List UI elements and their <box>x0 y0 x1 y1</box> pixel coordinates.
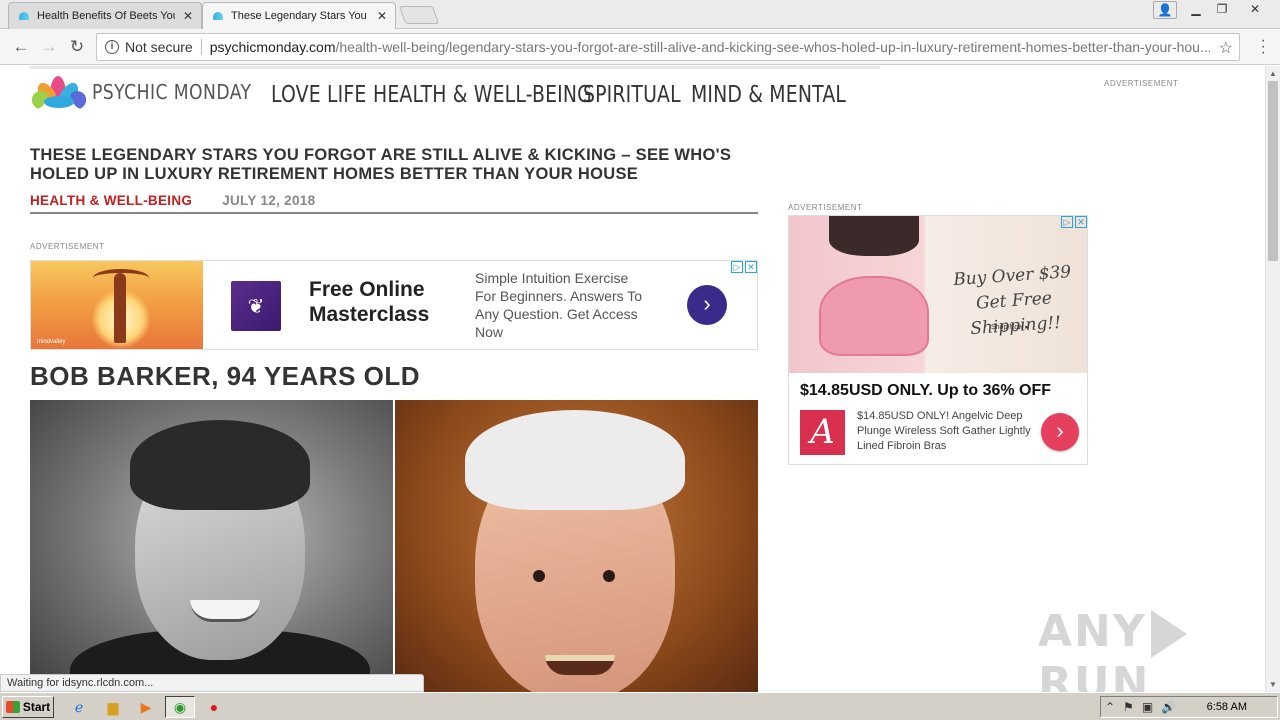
tray-icons[interactable]: ⌃⚑▣🔊 <box>1105 700 1184 714</box>
ad-banner-image[interactable]: Buy Over $39 Get Free Shipping!! Shop No… <box>789 216 1087 373</box>
clock[interactable]: 6:58 AM <box>1207 701 1247 713</box>
ad-brand: mindvalley <box>37 339 66 345</box>
ad-arrow-button[interactable]: › <box>1041 413 1079 451</box>
bra-image <box>819 276 929 356</box>
ad-price[interactable]: $14.85USD ONLY. Up to 36% OFF <box>800 382 1051 400</box>
ad-title[interactable]: Free Online Masterclass <box>309 277 459 327</box>
new-tab-button[interactable] <box>398 6 440 24</box>
media-player-icon[interactable]: ▶ <box>137 698 155 716</box>
nav-mind-mental[interactable]: MIND & MENTAL <box>691 82 846 108</box>
bob-barker-young-photo <box>30 400 393 692</box>
url-text: psychicmonday.com/health-well-being/lege… <box>210 39 1210 55</box>
tab-title: These Legendary Stars You <box>231 10 367 22</box>
adchoices-icon[interactable]: ▷ ✕ <box>731 261 757 273</box>
forward-arrow-icon[interactable]: → <box>38 37 60 57</box>
scrollbar-thumb[interactable] <box>1268 81 1278 261</box>
shop-now-link[interactable]: Shop Now ▸ <box>991 323 1029 331</box>
minimize-button[interactable]: ▁ <box>1184 0 1208 18</box>
tab-legendary-stars[interactable]: These Legendary Stars You ✕ <box>202 2 396 29</box>
header-top-line <box>30 66 880 69</box>
scroll-down-icon[interactable]: ▼ <box>1269 680 1277 689</box>
logo-text: PSYCHIC MONDAY <box>92 80 252 104</box>
tab-title: Health Benefits Of Beets You <box>37 10 175 22</box>
nav-health-well-being[interactable]: HEALTH & WELL-BEING <box>373 82 592 108</box>
taskbar: Start ℯ ▆ ▶ ◉ ● ⌃⚑▣🔊 6:58 AM <box>0 692 1280 720</box>
reload-icon[interactable]: ↻ <box>66 37 88 57</box>
ad-description: $14.85USD ONLY! Angelvic Deep Plunge Wir… <box>857 410 1031 452</box>
url-path: /health-well-being/legendary-stars-you-f… <box>335 39 1210 55</box>
folder-icon[interactable]: ▆ <box>104 698 122 716</box>
info-icon[interactable]: i <box>105 40 119 54</box>
close-window-button[interactable]: ✕ <box>1238 0 1272 18</box>
main-nav: LOVE LIFE HEALTH & WELL-BEING SPIRITUAL … <box>271 82 846 108</box>
article-date: JULY 12, 2018 <box>222 193 316 208</box>
meta-divider <box>30 212 758 214</box>
vertical-scrollbar[interactable]: ▲ ▼ <box>1265 66 1280 692</box>
divider <box>200 39 202 55</box>
anyrun-watermark: ANYRUN <box>1038 606 1265 692</box>
site-favicon-icon <box>211 11 225 21</box>
security-label: Not secure <box>125 39 193 55</box>
profile-icon[interactable]: 👤 <box>1153 1 1177 19</box>
system-tray: ⌃⚑▣🔊 6:58 AM <box>1100 696 1278 718</box>
browser-toolbar: ← → ↻ i Not secure psychicmonday.com/hea… <box>0 29 1280 65</box>
watermark-right: RUN <box>1038 658 1151 692</box>
ad-label: ADVERTISEMENT <box>788 203 863 212</box>
ie-icon[interactable]: ℯ <box>70 698 88 716</box>
ad-label: ADVERTISEMENT <box>30 242 105 251</box>
antivirus-icon[interactable]: ● <box>205 698 223 716</box>
section-title: BOB BARKER, 94 YEARS OLD <box>30 361 421 391</box>
site-favicon-icon <box>17 11 31 21</box>
nav-spiritual[interactable]: SPIRITUAL <box>583 82 681 108</box>
article-meta: HEALTH & WELL-BEING JULY 12, 2018 <box>30 193 315 208</box>
lotus-logo-icon <box>28 74 90 111</box>
status-bar: Waiting for idsync.rlcdn.com... <box>0 674 424 692</box>
mindvalley-logo-icon: ❦ <box>231 281 281 331</box>
bookmark-star-icon[interactable]: ☆ <box>1219 38 1233 58</box>
ad-image-sunset: mindvalley <box>31 261 203 349</box>
sidebar-ad[interactable]: Buy Over $39 Get Free Shipping!! Shop No… <box>788 215 1088 465</box>
adchoices-icon[interactable]: ▷ ✕ <box>1061 216 1087 228</box>
watermark-left: ANY <box>1038 606 1147 657</box>
article-category-link[interactable]: HEALTH & WELL-BEING <box>30 193 192 208</box>
bob-barker-old-photo <box>395 400 758 692</box>
close-tab-icon[interactable]: ✕ <box>377 9 387 23</box>
start-label: Start <box>22 700 51 714</box>
ad-label: ADVERTISEMENT <box>1104 79 1179 88</box>
inline-ad[interactable]: mindvalley ❦ Free Online Masterclass Sim… <box>30 260 758 350</box>
web-page: PSYCHIC MONDAY LOVE LIFE HEALTH & WELL-B… <box>0 66 1265 692</box>
start-button[interactable]: Start <box>2 696 54 718</box>
ad-description: Simple Intuition Exercise For Beginners.… <box>475 270 643 340</box>
restore-button[interactable]: ❐ <box>1210 0 1234 18</box>
article-headline: THESE LEGENDARY STARS YOU FORGOT ARE STI… <box>30 146 732 183</box>
scroll-up-icon[interactable]: ▲ <box>1269 69 1277 78</box>
ad-arrow-button[interactable]: › <box>687 285 727 325</box>
tab-strip: Health Benefits Of Beets You ✕ These Leg… <box>0 0 1280 29</box>
url-domain: psychicmonday.com <box>209 39 336 55</box>
close-tab-icon[interactable]: ✕ <box>183 9 193 23</box>
address-bar[interactable]: i Not secure psychicmonday.com/health-we… <box>96 33 1240 61</box>
menu-dots-icon[interactable]: · · · <box>1261 33 1266 61</box>
back-arrow-icon[interactable]: ← <box>10 37 32 57</box>
nav-love-life[interactable]: LOVE LIFE <box>271 82 366 108</box>
chrome-icon[interactable]: ◉ <box>171 698 189 716</box>
play-icon <box>1150 610 1187 658</box>
banner-text: Buy Over $39 Get Free Shipping!! <box>952 261 1072 340</box>
site-logo[interactable]: PSYCHIC MONDAY <box>28 74 277 111</box>
windows-flag-icon <box>5 701 20 713</box>
angelvic-logo-icon: A <box>800 410 845 455</box>
tab-beets[interactable]: Health Benefits Of Beets You ✕ <box>8 2 202 29</box>
